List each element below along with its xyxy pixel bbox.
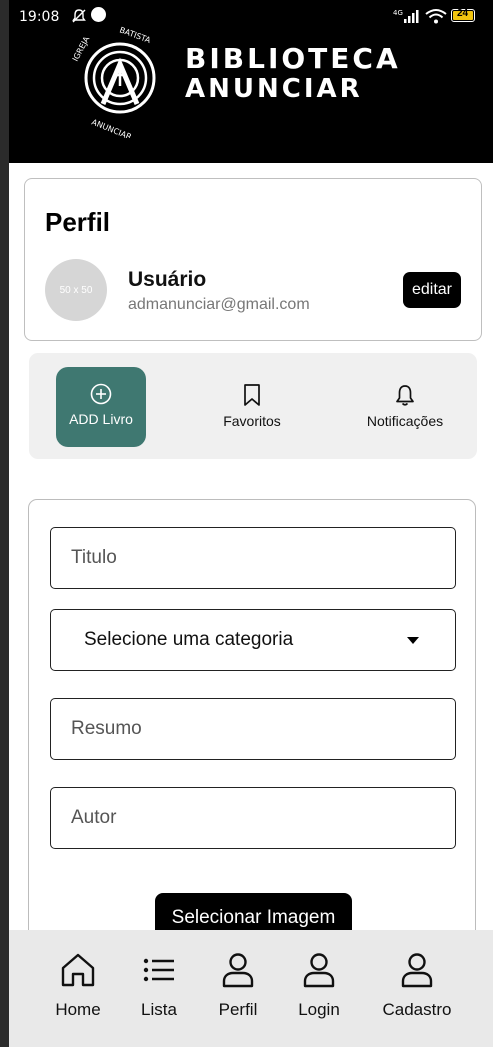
user-name: Usuário: [128, 268, 207, 291]
user-email: admanunciar@gmail.com: [128, 296, 310, 313]
nav-label-lista: Lista: [141, 1000, 177, 1019]
bottom-navigation: Home Lista Perfil Login Cadastro: [9, 930, 493, 1047]
favorites-button[interactable]: Favoritos: [207, 367, 297, 447]
caret-down-icon: [407, 637, 419, 644]
svg-text:ANUNCIAR: ANUNCIAR: [90, 118, 133, 138]
brand-title: BIBLIOTECA ANUNCIAR: [185, 42, 401, 105]
brand-line-1: BIBLIOTECA: [185, 42, 401, 75]
category-selected-value: Selecione uma categoria: [84, 629, 294, 650]
add-book-form: Titulo Selecione uma categoria Resumo Au…: [28, 499, 476, 959]
notifications-button[interactable]: Notificações: [350, 367, 460, 447]
nav-label-perfil: Perfil: [218, 1000, 258, 1019]
nav-label-login: Login: [298, 1000, 340, 1019]
page-title: Perfil: [45, 207, 111, 237]
notifications-label: Notificações: [366, 413, 444, 429]
svg-text:4G: 4G: [393, 9, 403, 17]
status-time: 19:08: [19, 9, 60, 25]
nav-item-login[interactable]: Login: [295, 952, 343, 1020]
add-book-button[interactable]: ADD Livro: [56, 367, 146, 447]
wifi-icon: [425, 9, 447, 24]
profile-card: Perfil 50 x 50 Usuário admanunciar@gmail…: [24, 178, 482, 341]
avatar-placeholder-text: 50 x 50: [59, 284, 93, 296]
svg-text:BATISTA: BATISTA: [118, 25, 152, 45]
author-input[interactable]: Autor: [50, 787, 456, 849]
user-icon: [303, 953, 335, 988]
signal-4g-icon: 4G: [393, 9, 419, 23]
battery-icon: 24: [451, 8, 475, 22]
bookmark-icon: [244, 384, 260, 406]
nav-item-perfil[interactable]: Perfil: [214, 952, 262, 1020]
brand-line-2: ANUNCIAR: [185, 74, 363, 104]
summary-input[interactable]: Resumo: [50, 698, 456, 760]
add-book-label: ADD Livro: [69, 411, 133, 427]
user-icon: [222, 953, 254, 988]
app-screen: 19:08 4G 24 IGREJA BATISTA ANUNCIAR BIBL…: [9, 0, 493, 1047]
battery-level: 24: [456, 8, 469, 19]
nav-label-home: Home: [55, 1000, 101, 1019]
title-input[interactable]: Titulo: [50, 527, 456, 589]
category-select[interactable]: Selecione uma categoria: [50, 609, 456, 671]
favorites-label: Favoritos: [223, 413, 281, 429]
svg-text:IGREJA: IGREJA: [71, 35, 92, 63]
bell-icon: [396, 385, 414, 406]
nav-label-cadastro: Cadastro: [382, 1000, 452, 1019]
edit-profile-button[interactable]: editar: [403, 272, 461, 308]
nav-item-cadastro[interactable]: Cadastro: [377, 952, 457, 1020]
user-icon: [401, 953, 433, 988]
app-header: 19:08 4G 24 IGREJA BATISTA ANUNCIAR BIBL…: [9, 0, 493, 163]
nav-item-lista[interactable]: Lista: [138, 952, 180, 1020]
home-icon: [61, 953, 95, 987]
church-logo: IGREJA BATISTA ANUNCIAR: [71, 25, 156, 138]
list-icon: [143, 958, 174, 982]
nav-item-home[interactable]: Home: [53, 952, 103, 1020]
plus-circle-icon: [90, 383, 112, 405]
profile-actions: ADD Livro Favoritos Notificações: [29, 353, 477, 459]
avatar: 50 x 50: [45, 259, 107, 321]
